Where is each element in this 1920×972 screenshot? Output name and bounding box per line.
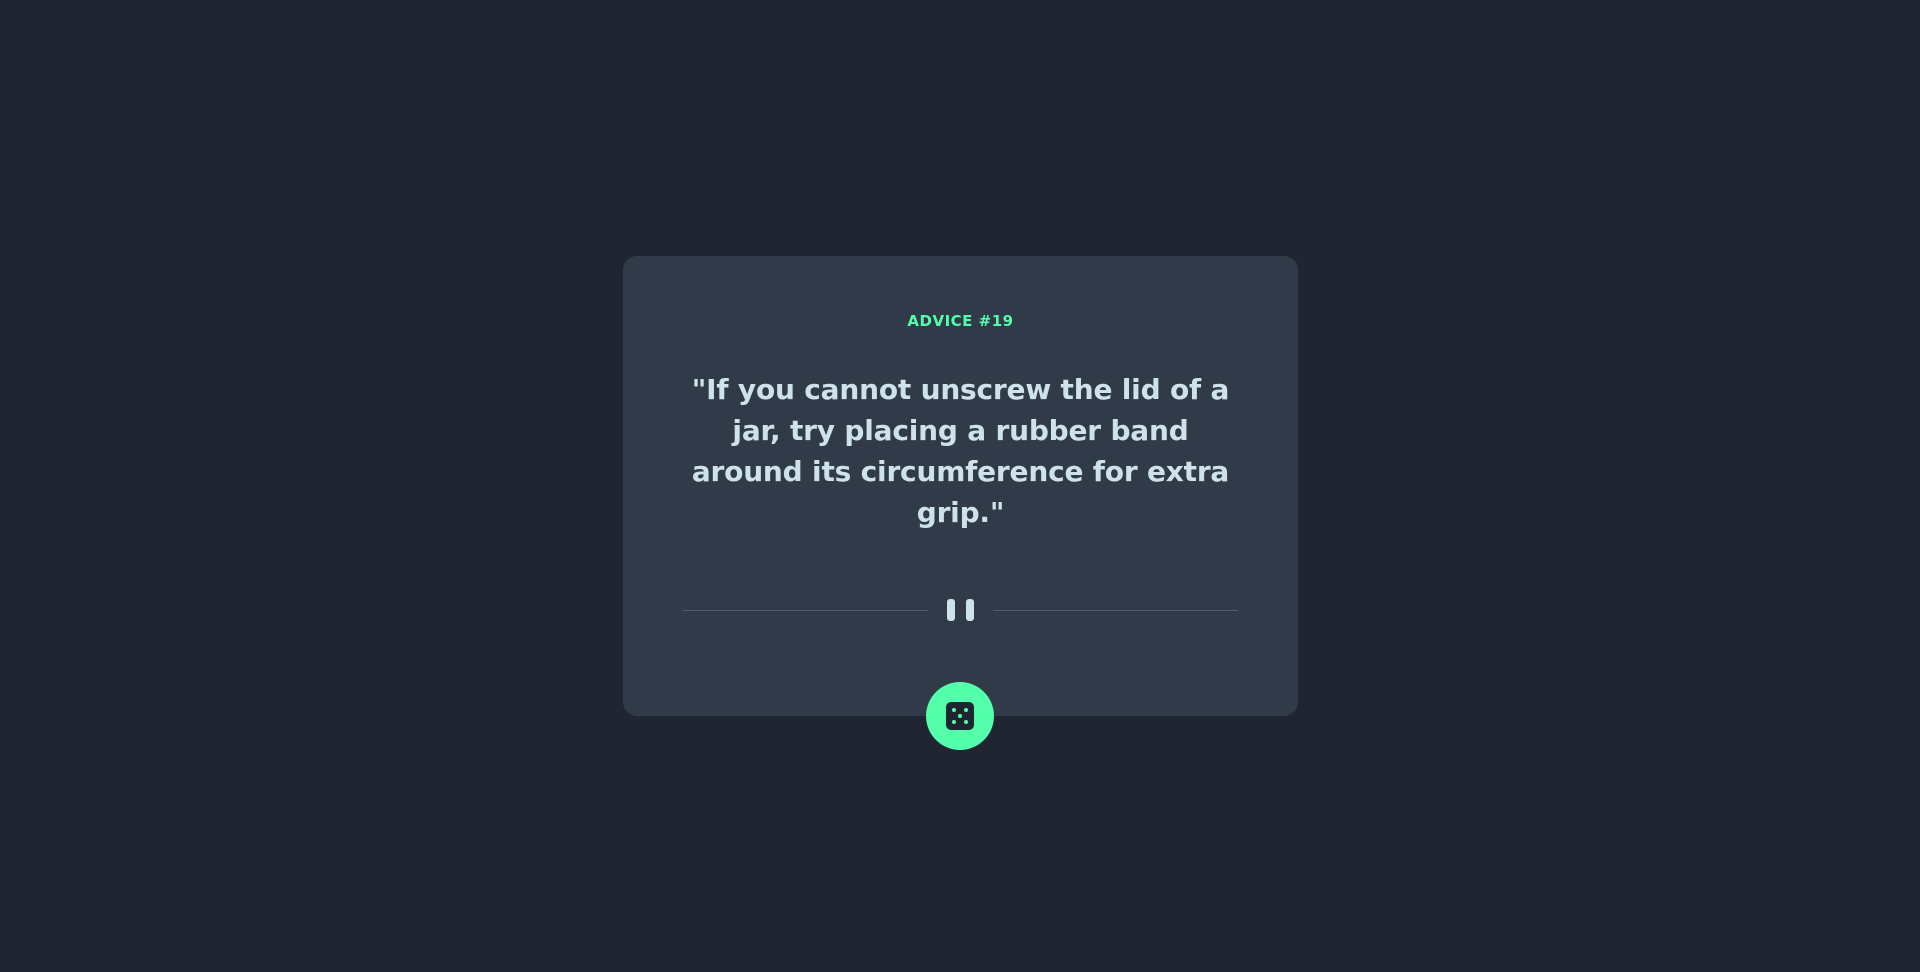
new-advice-button[interactable]	[926, 682, 994, 750]
dice-icon	[946, 702, 974, 730]
divider-line-left	[683, 610, 928, 611]
divider-line-right	[993, 610, 1238, 611]
pause-icon	[947, 599, 974, 621]
advice-id-label: ADVICE #19	[907, 312, 1014, 330]
advice-quote: "If you cannot unscrew the lid of a jar,…	[691, 373, 1230, 529]
divider	[683, 599, 1238, 621]
page: ADVICE #19 "If you cannot unscrew the li…	[0, 0, 1920, 972]
advice-card: ADVICE #19 "If you cannot unscrew the li…	[623, 256, 1298, 716]
